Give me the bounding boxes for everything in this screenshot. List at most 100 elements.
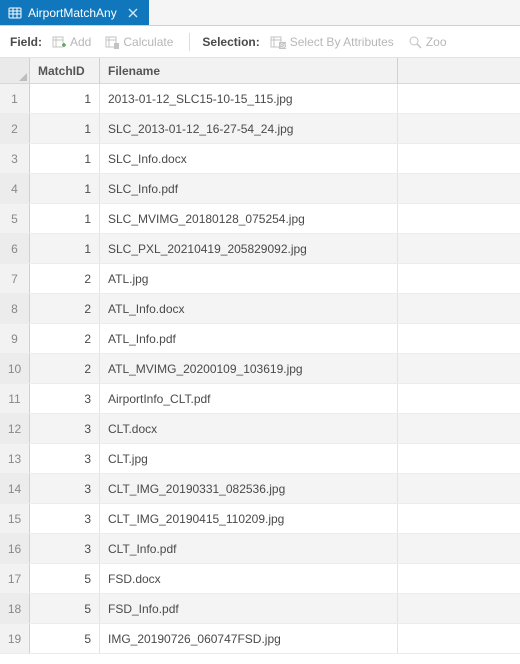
cell-filename[interactable]: SLC_2013-01-12_16-27-54_24.jpg bbox=[100, 114, 398, 143]
table-icon bbox=[8, 6, 22, 20]
cell-matchid[interactable]: 3 bbox=[30, 504, 100, 533]
cell-filename[interactable]: CLT.jpg bbox=[100, 444, 398, 473]
row-header-cell[interactable]: 7 bbox=[0, 264, 30, 293]
cell-matchid[interactable]: 2 bbox=[30, 324, 100, 353]
cell-filename[interactable]: SLC_Info.docx bbox=[100, 144, 398, 173]
row-header-cell[interactable]: 19 bbox=[0, 624, 30, 653]
column-header-filename[interactable]: Filename bbox=[100, 58, 398, 83]
table-row[interactable]: 175FSD.docx bbox=[0, 564, 520, 594]
cell-filename[interactable]: CLT.docx bbox=[100, 414, 398, 443]
cell-filename[interactable]: ATL_MVIMG_20200109_103619.jpg bbox=[100, 354, 398, 383]
table-row[interactable]: 195IMG_20190726_060747FSD.jpg bbox=[0, 624, 520, 654]
cell-filename[interactable]: 2013-01-12_SLC15-10-15_115.jpg bbox=[100, 84, 398, 113]
cell-matchid[interactable]: 1 bbox=[30, 234, 100, 263]
calculate-icon bbox=[105, 35, 119, 49]
close-icon[interactable] bbox=[127, 7, 139, 19]
attribute-table: MatchID Filename 112013-01-12_SLC15-10-1… bbox=[0, 58, 520, 664]
table-row[interactable]: 113AirportInfo_CLT.pdf bbox=[0, 384, 520, 414]
cell-filename[interactable]: CLT_Info.pdf bbox=[100, 534, 398, 563]
table-row[interactable]: 102ATL_MVIMG_20200109_103619.jpg bbox=[0, 354, 520, 384]
cell-matchid[interactable]: 3 bbox=[30, 534, 100, 563]
selection-group-label: Selection: bbox=[202, 35, 259, 49]
row-header-cell[interactable]: 16 bbox=[0, 534, 30, 563]
table-row[interactable]: 41SLC_Info.pdf bbox=[0, 174, 520, 204]
table-row[interactable]: 51SLC_MVIMG_20180128_075254.jpg bbox=[0, 204, 520, 234]
table-row[interactable]: 123CLT.docx bbox=[0, 414, 520, 444]
row-header-cell[interactable]: 17 bbox=[0, 564, 30, 593]
row-header-cell[interactable]: 11 bbox=[0, 384, 30, 413]
cell-matchid[interactable]: 5 bbox=[30, 564, 100, 593]
add-field-label: Add bbox=[70, 35, 91, 49]
row-header-cell[interactable]: 12 bbox=[0, 414, 30, 443]
tab-airportmatchany[interactable]: AirportMatchAny bbox=[0, 0, 149, 25]
cell-matchid[interactable]: 2 bbox=[30, 354, 100, 383]
row-header-cell[interactable]: 14 bbox=[0, 474, 30, 503]
zoom-to-selection-button[interactable]: Zoo bbox=[404, 33, 451, 51]
cell-matchid[interactable]: 5 bbox=[30, 594, 100, 623]
cell-filename[interactable]: ATL.jpg bbox=[100, 264, 398, 293]
cell-filename[interactable]: CLT_IMG_20190331_082536.jpg bbox=[100, 474, 398, 503]
cell-matchid[interactable]: 1 bbox=[30, 144, 100, 173]
svg-text:SQL: SQL bbox=[280, 44, 286, 49]
calculate-button[interactable]: Calculate bbox=[101, 33, 177, 51]
toolbar-separator bbox=[189, 33, 190, 51]
cell-filename[interactable]: SLC_MVIMG_20180128_075254.jpg bbox=[100, 204, 398, 233]
row-header-cell[interactable]: 8 bbox=[0, 294, 30, 323]
zoom-icon bbox=[408, 35, 422, 49]
cell-filename[interactable]: ATL_Info.docx bbox=[100, 294, 398, 323]
tab-bar: AirportMatchAny bbox=[0, 0, 520, 26]
row-header-cell[interactable]: 15 bbox=[0, 504, 30, 533]
cell-matchid[interactable]: 1 bbox=[30, 114, 100, 143]
table-row[interactable]: 72ATL.jpg bbox=[0, 264, 520, 294]
cell-matchid[interactable]: 3 bbox=[30, 474, 100, 503]
table-row[interactable]: 92ATL_Info.pdf bbox=[0, 324, 520, 354]
row-header-cell[interactable]: 1 bbox=[0, 84, 30, 113]
cell-matchid[interactable]: 3 bbox=[30, 414, 100, 443]
table-row[interactable]: 163CLT_Info.pdf bbox=[0, 534, 520, 564]
row-header-cell[interactable]: 3 bbox=[0, 144, 30, 173]
table-row[interactable]: 21SLC_2013-01-12_16-27-54_24.jpg bbox=[0, 114, 520, 144]
table-row[interactable]: 112013-01-12_SLC15-10-15_115.jpg bbox=[0, 84, 520, 114]
cell-matchid[interactable]: 3 bbox=[30, 444, 100, 473]
cell-matchid[interactable]: 2 bbox=[30, 294, 100, 323]
row-header-cell[interactable]: 6 bbox=[0, 234, 30, 263]
row-header-cell[interactable]: 4 bbox=[0, 174, 30, 203]
table-row[interactable]: 133CLT.jpg bbox=[0, 444, 520, 474]
select-by-attributes-button[interactable]: SQL Select By Attributes bbox=[266, 33, 398, 51]
cell-matchid[interactable]: 1 bbox=[30, 84, 100, 113]
cell-filename[interactable]: CLT_IMG_20190415_110209.jpg bbox=[100, 504, 398, 533]
table-row[interactable]: 185FSD_Info.pdf bbox=[0, 594, 520, 624]
toolbar: Field: Add Calculate Selection: SQL bbox=[0, 26, 520, 58]
cell-filename[interactable]: SLC_PXL_20210419_205829092.jpg bbox=[100, 234, 398, 263]
cell-filename[interactable]: SLC_Info.pdf bbox=[100, 174, 398, 203]
row-header-cell[interactable]: 18 bbox=[0, 594, 30, 623]
row-header-cell[interactable]: 10 bbox=[0, 354, 30, 383]
table-row[interactable]: 82ATL_Info.docx bbox=[0, 294, 520, 324]
row-header-cell[interactable]: 5 bbox=[0, 204, 30, 233]
row-header-cell[interactable]: 2 bbox=[0, 114, 30, 143]
cell-filename[interactable]: AirportInfo_CLT.pdf bbox=[100, 384, 398, 413]
add-field-icon bbox=[52, 35, 66, 49]
table-row[interactable]: 143CLT_IMG_20190331_082536.jpg bbox=[0, 474, 520, 504]
row-header-cell[interactable]: 9 bbox=[0, 324, 30, 353]
cell-matchid[interactable]: 3 bbox=[30, 384, 100, 413]
select-by-attributes-icon: SQL bbox=[270, 35, 286, 49]
table-row[interactable]: 31SLC_Info.docx bbox=[0, 144, 520, 174]
cell-filename[interactable]: IMG_20190726_060747FSD.jpg bbox=[100, 624, 398, 653]
table-row[interactable]: 61SLC_PXL_20210419_205829092.jpg bbox=[0, 234, 520, 264]
cell-matchid[interactable]: 5 bbox=[30, 624, 100, 653]
add-field-button[interactable]: Add bbox=[48, 33, 95, 51]
field-group-label: Field: bbox=[10, 35, 42, 49]
column-header-matchid[interactable]: MatchID bbox=[30, 58, 100, 83]
table-row[interactable]: 153CLT_IMG_20190415_110209.jpg bbox=[0, 504, 520, 534]
cell-matchid[interactable]: 2 bbox=[30, 264, 100, 293]
cell-matchid[interactable]: 1 bbox=[30, 204, 100, 233]
cell-matchid[interactable]: 1 bbox=[30, 174, 100, 203]
table-corner-cell[interactable] bbox=[0, 58, 30, 83]
cell-filename[interactable]: FSD_Info.pdf bbox=[100, 594, 398, 623]
cell-filename[interactable]: FSD.docx bbox=[100, 564, 398, 593]
row-header-cell[interactable]: 13 bbox=[0, 444, 30, 473]
tab-title: AirportMatchAny bbox=[28, 6, 117, 20]
cell-filename[interactable]: ATL_Info.pdf bbox=[100, 324, 398, 353]
table-body: 112013-01-12_SLC15-10-15_115.jpg21SLC_20… bbox=[0, 84, 520, 664]
